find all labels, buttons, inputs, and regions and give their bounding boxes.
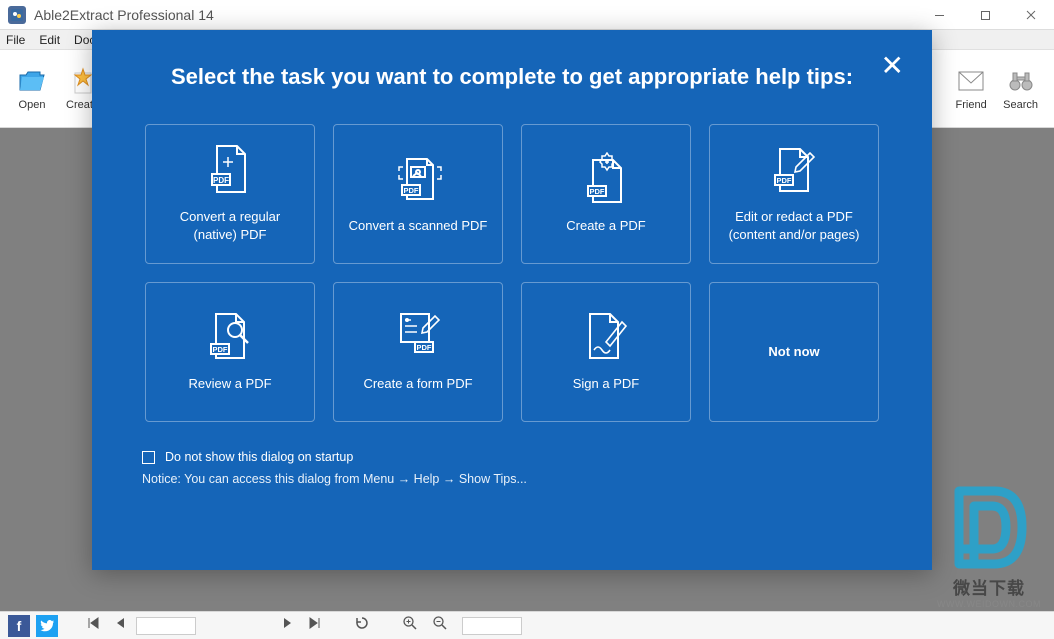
open-folder-icon [18,67,46,95]
facebook-icon[interactable]: f [8,615,30,637]
card-edit-redact[interactable]: PDF Edit or redact a PDF (content and/or… [709,124,879,264]
pdf-edit-icon: PDF [769,144,819,194]
prev-page-button[interactable] [110,616,130,635]
last-page-button[interactable] [304,616,326,635]
app-icon [8,6,26,24]
card-not-now[interactable]: Not now [709,282,879,422]
search-label: Search [1003,99,1038,111]
binoculars-icon [1007,67,1035,95]
svg-text:PDF: PDF [590,187,605,196]
card-label: Edit or redact a PDF (content and/or pag… [722,208,866,243]
search-button[interactable]: Search [995,55,1046,123]
minimize-button[interactable] [916,0,962,30]
card-create-pdf[interactable]: PDF Create a PDF [521,124,691,264]
dialog-notice: Notice: You can access this dialog from … [142,472,882,486]
svg-text:PDF: PDF [777,176,792,185]
window-controls [916,0,1054,29]
window-title: Able2Extract Professional 14 [34,7,916,23]
zoom-level-input[interactable] [462,617,522,635]
card-review-pdf[interactable]: PDF Review a PDF [145,282,315,422]
svg-text:PDF: PDF [417,343,432,352]
maximize-button[interactable] [962,0,1008,30]
dialog-close-button[interactable]: ✕ [881,52,904,80]
card-label: Convert a regular (native) PDF [158,208,302,243]
card-sign-pdf[interactable]: Sign a PDF [521,282,691,422]
open-label: Open [19,99,46,111]
svg-text:PDF: PDF [404,186,419,195]
card-label: Convert a scanned PDF [349,217,488,235]
pdf-review-icon: PDF [205,311,255,361]
pdf-create-icon: PDF [581,153,631,203]
card-label: Review a PDF [188,375,271,393]
friend-label: Friend [956,99,987,111]
svg-text:PDF: PDF [213,176,229,185]
status-bar: f [0,611,1054,639]
menu-edit[interactable]: Edit [39,33,60,47]
first-page-button[interactable] [82,616,104,635]
dont-show-checkbox[interactable] [142,451,155,464]
card-create-form[interactable]: PDF Create a form PDF [333,282,503,422]
card-convert-scanned[interactable]: PDF Convert a scanned PDF [333,124,503,264]
svg-text:PDF: PDF [213,345,228,354]
envelope-icon [957,67,985,95]
card-label: Sign a PDF [573,375,639,393]
open-button[interactable]: Open [8,55,56,123]
pdf-form-icon: PDF [393,311,443,361]
close-button[interactable] [1008,0,1054,30]
dialog-footer: Do not show this dialog on startup Notic… [142,450,882,486]
tell-friend-button[interactable]: Friend [947,55,995,123]
card-label: Create a form PDF [363,375,472,393]
card-label: Not now [768,343,819,361]
pdf-sign-icon [581,311,631,361]
window-titlebar: Able2Extract Professional 14 [0,0,1054,30]
help-tips-dialog: ✕ Select the task you want to complete t… [92,30,932,570]
task-grid: PDF Convert a regular (native) PDF PDF C… [142,124,882,422]
card-label: Create a PDF [566,217,645,235]
dont-show-label: Do not show this dialog on startup [165,450,353,464]
next-page-button[interactable] [278,616,298,635]
twitter-icon[interactable] [36,615,58,637]
pdf-convert-icon: PDF [205,144,255,194]
pdf-scan-icon: PDF [393,153,443,203]
dialog-heading: Select the task you want to complete to … [142,64,882,90]
page-number-input[interactable] [136,617,196,635]
zoom-out-button[interactable] [428,615,452,636]
card-convert-native[interactable]: PDF Convert a regular (native) PDF [145,124,315,264]
menu-file[interactable]: File [6,33,25,47]
rotate-button[interactable] [350,615,374,636]
zoom-in-button[interactable] [398,615,422,636]
